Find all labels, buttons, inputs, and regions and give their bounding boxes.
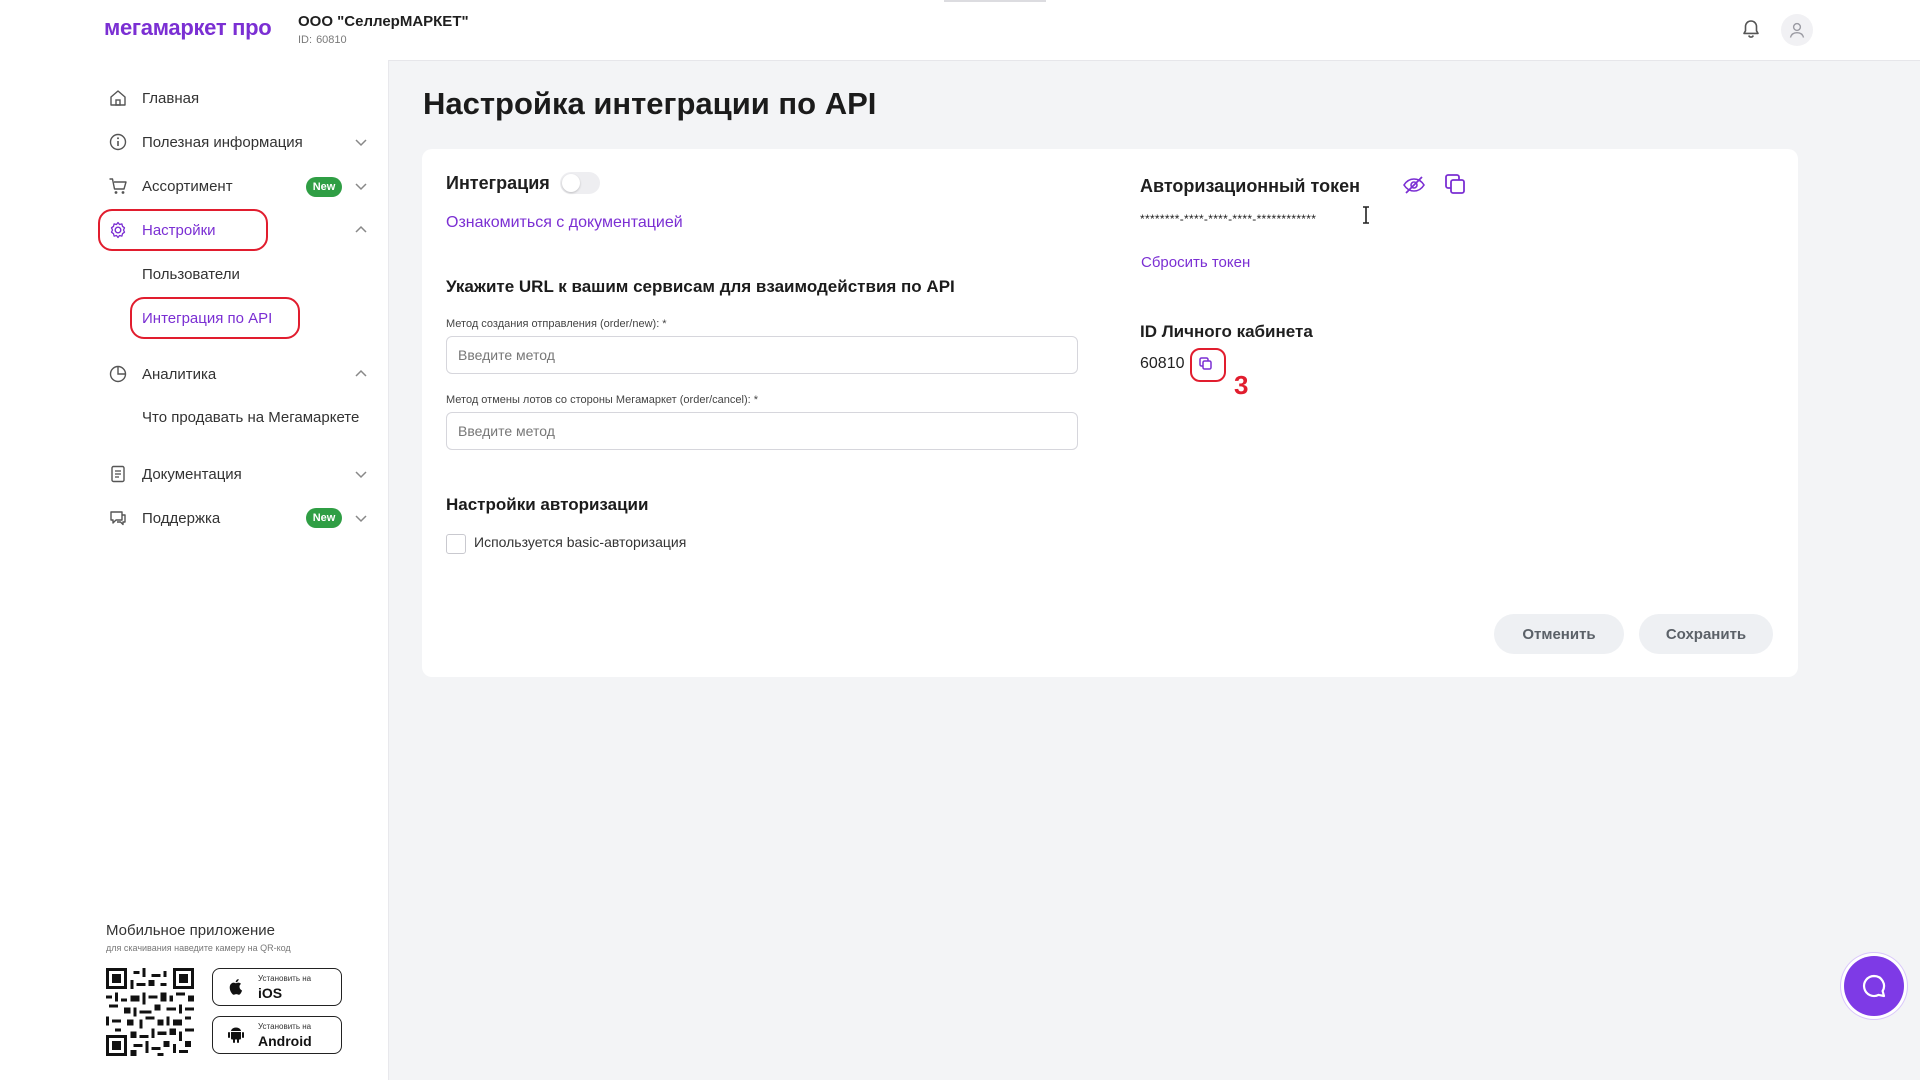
- sidebar-item-assortment[interactable]: Ассортимент: [108, 174, 233, 198]
- ios-caption: Установить на: [258, 974, 312, 983]
- url-section-title: Укажите URL к вашим сервисам для взаимод…: [446, 277, 955, 296]
- page-title: Настройка интеграции по API: [423, 86, 877, 121]
- mobile-app-title: Мобильное приложение: [106, 922, 275, 939]
- sidebar-item-label: Ассортимент: [142, 177, 233, 195]
- order-cancel-label: Метод отмены лотов со стороны Мегамаркет…: [446, 394, 759, 406]
- chevron-up-icon[interactable]: [354, 223, 368, 237]
- bell-icon[interactable]: [1740, 18, 1762, 40]
- sidebar-subitem-what-to-sell[interactable]: Что продавать на Мегамаркете: [142, 409, 359, 426]
- apple-icon: [229, 979, 243, 995]
- new-badge: New: [306, 508, 342, 528]
- sidebar-item-label: Настройки: [142, 221, 216, 239]
- chat-bubble-icon: [1862, 974, 1886, 998]
- sidebar-item-label: Аналитика: [142, 365, 217, 383]
- copy-id-icon[interactable]: [1196, 354, 1216, 374]
- documentation-link[interactable]: Ознакомиться с документацией: [446, 214, 683, 232]
- sidebar-item-label: Полезная информация: [142, 133, 303, 151]
- basic-auth-label[interactable]: Используется basic-авторизация: [474, 534, 686, 550]
- sidebar-subitem-users[interactable]: Пользователи: [142, 266, 240, 283]
- org-name[interactable]: ООО "СеллерМАРКЕТ": [298, 13, 469, 30]
- cabinet-id-title: ID Личного кабинета: [1140, 322, 1313, 341]
- chart-pie-icon: [109, 365, 127, 383]
- document-icon: [111, 465, 125, 483]
- sidebar-item-settings[interactable]: Настройки: [108, 218, 216, 242]
- info-icon: [109, 133, 127, 151]
- cart-icon: [109, 178, 127, 194]
- chevron-up-icon[interactable]: [354, 367, 368, 381]
- top-header: мегамаркет про ООО "СеллерМАРКЕТ" ID: 608…: [0, 0, 1920, 60]
- sidebar-item-useful-info[interactable]: Полезная информация: [108, 130, 303, 154]
- toggle-knob: [562, 174, 580, 192]
- chat-icon: [110, 511, 126, 526]
- new-badge: New: [306, 177, 342, 197]
- sidebar-item-analytics[interactable]: Аналитика: [108, 362, 216, 386]
- integration-label: Интеграция: [446, 173, 550, 193]
- cabinet-id-value: 60810: [1140, 355, 1185, 372]
- org-id-label: ID:: [298, 34, 313, 46]
- user-avatar[interactable]: [1781, 14, 1813, 46]
- home-icon: [110, 90, 126, 106]
- sidebar-item-support[interactable]: Поддержка: [108, 506, 220, 530]
- install-android-button[interactable]: Установить на Android: [212, 1016, 342, 1054]
- copy-token-icon[interactable]: [1443, 172, 1467, 196]
- user-icon: [1789, 22, 1805, 38]
- auth-token-value: ********-****-****-****-************: [1140, 212, 1317, 226]
- annotation-step-number: 3: [1234, 370, 1249, 400]
- save-button[interactable]: Сохранить: [1639, 614, 1773, 654]
- sidebar-item-label: Поддержка: [142, 509, 221, 527]
- android-caption: Установить на: [258, 1022, 312, 1031]
- basic-auth-checkbox[interactable]: [446, 534, 466, 554]
- chevron-down-icon[interactable]: [354, 467, 368, 481]
- sidebar-item-home[interactable]: Главная: [108, 86, 199, 110]
- chevron-down-icon[interactable]: [354, 135, 368, 149]
- qr-code-image: [106, 968, 194, 1056]
- mobile-app-subtitle: для скачивания наведите камеру на QR-код: [106, 943, 291, 953]
- chevron-down-icon[interactable]: [354, 179, 368, 193]
- org-id: ID: 60810: [298, 34, 347, 46]
- eye-off-icon[interactable]: [1402, 173, 1426, 197]
- sidebar-item-documentation[interactable]: Документация: [108, 462, 242, 486]
- gear-icon: [110, 221, 126, 239]
- sidebar-item-label: Главная: [142, 89, 200, 107]
- reset-token-link[interactable]: Сбросить токен: [1141, 254, 1250, 271]
- order-cancel-input[interactable]: [446, 412, 1078, 450]
- android-label: Android: [258, 1033, 312, 1049]
- order-new-label: Метод создания отправления (order/new): …: [446, 318, 667, 330]
- order-new-input[interactable]: [446, 336, 1078, 374]
- org-id-value: 60810: [316, 34, 347, 46]
- ios-label: iOS: [258, 985, 283, 1001]
- auth-section-title: Настройки авторизации: [446, 495, 649, 514]
- sidebar-subitem-api-integration[interactable]: Интеграция по API: [142, 310, 272, 327]
- android-icon: [228, 1027, 244, 1043]
- cancel-button[interactable]: Отменить: [1494, 614, 1624, 654]
- sidebar-item-label: Документация: [142, 465, 242, 483]
- install-ios-button[interactable]: Установить на iOS: [212, 968, 342, 1006]
- auth-token-title: Авторизационный токен: [1140, 176, 1360, 196]
- megamarket-logo[interactable]: мегамаркет про: [104, 15, 272, 41]
- support-chat-button[interactable]: [1844, 956, 1904, 1016]
- header-divider: [944, 0, 1046, 2]
- integration-toggle[interactable]: [560, 172, 600, 194]
- chevron-down-icon[interactable]: [354, 511, 368, 525]
